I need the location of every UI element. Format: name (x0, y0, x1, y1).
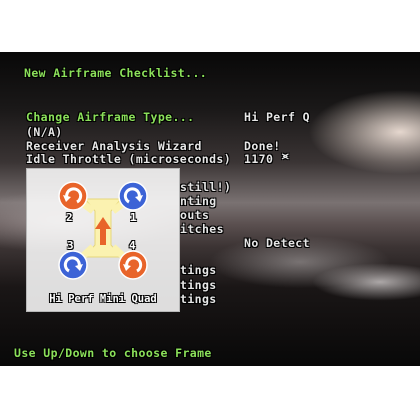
motor-4-ccw-prop-icon (118, 250, 148, 280)
menu-row-partial[interactable]: tings (180, 263, 217, 277)
menu-row-partial[interactable]: tings (180, 292, 217, 306)
menu-item-receiver-wizard[interactable]: Receiver Analysis Wizard (26, 139, 202, 153)
menu-row-partial[interactable]: still!) (180, 180, 231, 194)
motor-number-label: 4 (129, 239, 136, 252)
fpv-osd-screen: New Airframe Checklist... Change Airfram… (0, 0, 420, 420)
navigation-hint: Use Up/Down to choose Frame (14, 346, 212, 360)
menu-item-idle-throttle-value: 1170 (244, 152, 274, 166)
menu-item-change-airframe[interactable]: Change Airframe Type... (26, 110, 194, 124)
menu-item-change-airframe-value: Hi Perf Q (244, 110, 310, 124)
menu-item-receiver-wizard-value: Done! (244, 139, 281, 153)
menu-row-partial[interactable]: tings (180, 278, 217, 292)
motor-1-cw-prop-icon (118, 181, 148, 211)
motor-2-ccw-prop-icon (58, 181, 88, 211)
quad-frame-diagram (58, 181, 148, 280)
checklist-title: New Airframe Checklist... (24, 66, 208, 80)
menu-item-na: (N/A) (26, 125, 63, 139)
motor-number-label: 2 (66, 211, 73, 224)
motor-number-label: 1 (130, 211, 137, 224)
menu-row-value: No Detect (244, 236, 310, 250)
menu-row-partial[interactable]: itches (180, 222, 224, 236)
motor-number-label: 3 (67, 239, 74, 252)
motor-3-cw-prop-icon (58, 250, 88, 280)
airframe-name-label: Hi Perf Mini Quad (49, 293, 157, 305)
menu-row-partial[interactable]: nting (180, 194, 217, 208)
microseconds-icon: ⪤ (282, 151, 289, 162)
menu-item-idle-throttle[interactable]: Idle Throttle (microseconds) (26, 152, 231, 166)
airframe-preview-panel: 2 1 3 4 Hi Perf Mini Quad (26, 168, 180, 312)
menu-row-partial[interactable]: outs (180, 208, 209, 222)
